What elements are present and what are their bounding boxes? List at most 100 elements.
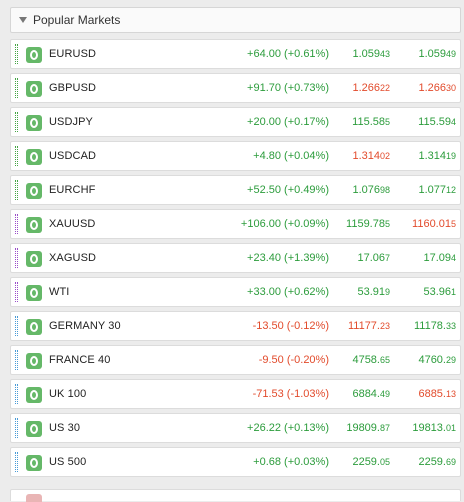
drag-handle-icon[interactable] xyxy=(15,180,18,200)
market-change: +106.00 (+0.09%) xyxy=(240,218,329,230)
ask-price[interactable]: 115.594 xyxy=(418,116,456,128)
ask-price[interactable]: 1.31419 xyxy=(418,150,456,162)
ask-price-main: 1.266 xyxy=(418,82,446,94)
bid-price[interactable]: 53.919 xyxy=(357,286,390,298)
market-row-partial[interactable] xyxy=(10,489,461,502)
market-row[interactable]: XAGUSD +23.40 (+1.39%) 17.067 17.094 xyxy=(10,243,461,273)
ask-price[interactable]: 4760.29 xyxy=(418,354,456,366)
market-symbol[interactable]: XAUUSD xyxy=(49,218,95,230)
ask-price-pips: 5 xyxy=(450,219,456,229)
market-open-icon xyxy=(26,149,42,165)
market-symbol[interactable]: US 500 xyxy=(49,456,86,468)
drag-handle-icon[interactable] xyxy=(15,248,18,268)
bid-price[interactable]: 1.05943 xyxy=(352,48,390,60)
bid-price[interactable]: 6884.49 xyxy=(352,388,390,400)
ask-price[interactable]: 1.26630 xyxy=(418,82,456,94)
ask-price-main: 17.09 xyxy=(423,252,451,264)
ask-price-pips: 69 xyxy=(445,457,456,467)
ask-price-pips: 29 xyxy=(445,355,456,365)
market-symbol[interactable]: FRANCE 40 xyxy=(49,354,110,366)
ask-price[interactable]: 1.05949 xyxy=(418,48,456,60)
bid-price[interactable]: 11177.23 xyxy=(348,320,390,332)
bid-price[interactable]: 2259.05 xyxy=(352,456,390,468)
ask-price-main: 1.059 xyxy=(418,48,446,60)
market-row[interactable]: EURUSD +64.00 (+0.61%) 1.05943 1.05949 xyxy=(10,39,461,69)
bid-price[interactable]: 4758.65 xyxy=(352,354,390,366)
drag-handle-icon[interactable] xyxy=(15,282,18,302)
ask-price-main: 1.314 xyxy=(418,150,446,162)
market-row[interactable]: UK 100 -71.53 (-1.03%) 6884.49 6885.13 xyxy=(10,379,461,409)
market-symbol[interactable]: GBPUSD xyxy=(49,82,96,94)
ask-price-main: 19813. xyxy=(412,422,446,434)
drag-handle-icon[interactable] xyxy=(15,78,18,98)
market-row[interactable]: GERMANY 30 -13.50 (-0.12%) 11177.23 11178.3… xyxy=(10,311,461,341)
market-symbol[interactable]: EURUSD xyxy=(49,48,96,60)
bid-price[interactable]: 1.07698 xyxy=(352,184,390,196)
bid-price-pips: 7 xyxy=(384,253,390,263)
market-row[interactable]: USDCAD +4.80 (+0.04%) 1.31402 1.31419 xyxy=(10,141,461,171)
bid-price[interactable]: 1.26622 xyxy=(352,82,390,94)
market-row[interactable]: US 500 +0.68 (+0.03%) 2259.05 2259.69 xyxy=(10,447,461,477)
market-change: +26.22 (+0.13%) xyxy=(247,422,329,434)
drag-handle-icon[interactable] xyxy=(15,146,18,166)
market-symbol[interactable]: USDCAD xyxy=(49,150,96,162)
market-symbol[interactable]: UK 100 xyxy=(49,388,86,400)
market-symbol[interactable]: XAGUSD xyxy=(49,252,96,264)
ask-price[interactable]: 11178.33 xyxy=(414,320,456,332)
ask-price[interactable]: 1160.015 xyxy=(412,218,456,230)
bid-price[interactable]: 115.585 xyxy=(352,116,390,128)
bid-price-pips: 23 xyxy=(379,321,390,331)
bid-price[interactable]: 19809.87 xyxy=(346,422,390,434)
drag-handle-icon[interactable] xyxy=(15,350,18,370)
ask-price-main: 1160.01 xyxy=(412,218,451,230)
bid-price-main: 115.58 xyxy=(352,116,385,128)
market-symbol[interactable]: US 30 xyxy=(49,422,80,434)
market-row[interactable]: WTI +33.00 (+0.62%) 53.919 53.961 xyxy=(10,277,461,307)
bid-price[interactable]: 1159.785 xyxy=(346,218,390,230)
market-change: +0.68 (+0.03%) xyxy=(253,456,329,468)
market-symbol[interactable]: GERMANY 30 xyxy=(49,320,121,332)
ask-price[interactable]: 17.094 xyxy=(423,252,456,264)
market-change: +20.00 (+0.17%) xyxy=(247,116,329,128)
market-row[interactable]: EURCHF +52.50 (+0.49%) 1.07698 1.07712 xyxy=(10,175,461,205)
market-symbol[interactable]: EURCHF xyxy=(49,184,95,196)
bid-price-pips: 43 xyxy=(379,49,390,59)
market-open-icon xyxy=(26,115,42,131)
ask-price[interactable]: 53.961 xyxy=(423,286,456,298)
ask-price[interactable]: 1.07712 xyxy=(418,184,456,196)
popular-markets-header[interactable]: Popular Markets xyxy=(10,7,461,33)
drag-handle-icon[interactable] xyxy=(15,44,18,64)
ask-price-main: 53.96 xyxy=(423,286,451,298)
bid-price[interactable]: 17.067 xyxy=(357,252,390,264)
market-list: EURUSD +64.00 (+0.61%) 1.05943 1.05949 GBPUS… xyxy=(10,39,461,481)
bid-price-main: 1.266 xyxy=(352,82,380,94)
ask-price[interactable]: 19813.01 xyxy=(412,422,456,434)
market-symbol[interactable]: USDJPY xyxy=(49,116,93,128)
drag-handle-icon[interactable] xyxy=(15,384,18,404)
bid-price-main: 11177. xyxy=(347,320,380,332)
bid-price-pips: 9 xyxy=(384,287,390,297)
drag-handle-icon[interactable] xyxy=(15,316,18,336)
ask-price[interactable]: 2259.69 xyxy=(418,456,456,468)
market-row[interactable]: XAUUSD +106.00 (+0.09%) 1159.785 1160.015 xyxy=(10,209,461,239)
ask-price-main: 1.077 xyxy=(418,184,446,196)
ask-price[interactable]: 6885.13 xyxy=(418,388,456,400)
market-row[interactable]: US 30 +26.22 (+0.13%) 19809.87 19813.01 xyxy=(10,413,461,443)
drag-handle-icon[interactable] xyxy=(15,418,18,438)
bid-price-pips: 22 xyxy=(379,83,390,93)
bid-price-pips: 98 xyxy=(379,185,390,195)
bid-price-main: 1.314 xyxy=(352,150,380,162)
market-symbol[interactable]: WTI xyxy=(49,286,69,298)
collapse-triangle-icon[interactable] xyxy=(19,17,27,23)
market-open-icon xyxy=(26,47,42,63)
ask-price-pips: 12 xyxy=(445,185,456,195)
market-open-icon xyxy=(26,353,42,369)
market-row[interactable]: FRANCE 40 -9.50 (-0.20%) 4758.65 4760.29 xyxy=(10,345,461,375)
drag-handle-icon[interactable] xyxy=(15,452,18,472)
market-row[interactable]: USDJPY +20.00 (+0.17%) 115.585 115.594 xyxy=(10,107,461,137)
market-row[interactable]: GBPUSD +91.70 (+0.73%) 1.26622 1.26630 xyxy=(10,73,461,103)
drag-handle-icon[interactable] xyxy=(15,112,18,132)
bid-price-main: 4758. xyxy=(352,354,380,366)
drag-handle-icon[interactable] xyxy=(15,214,18,234)
bid-price[interactable]: 1.31402 xyxy=(352,150,390,162)
